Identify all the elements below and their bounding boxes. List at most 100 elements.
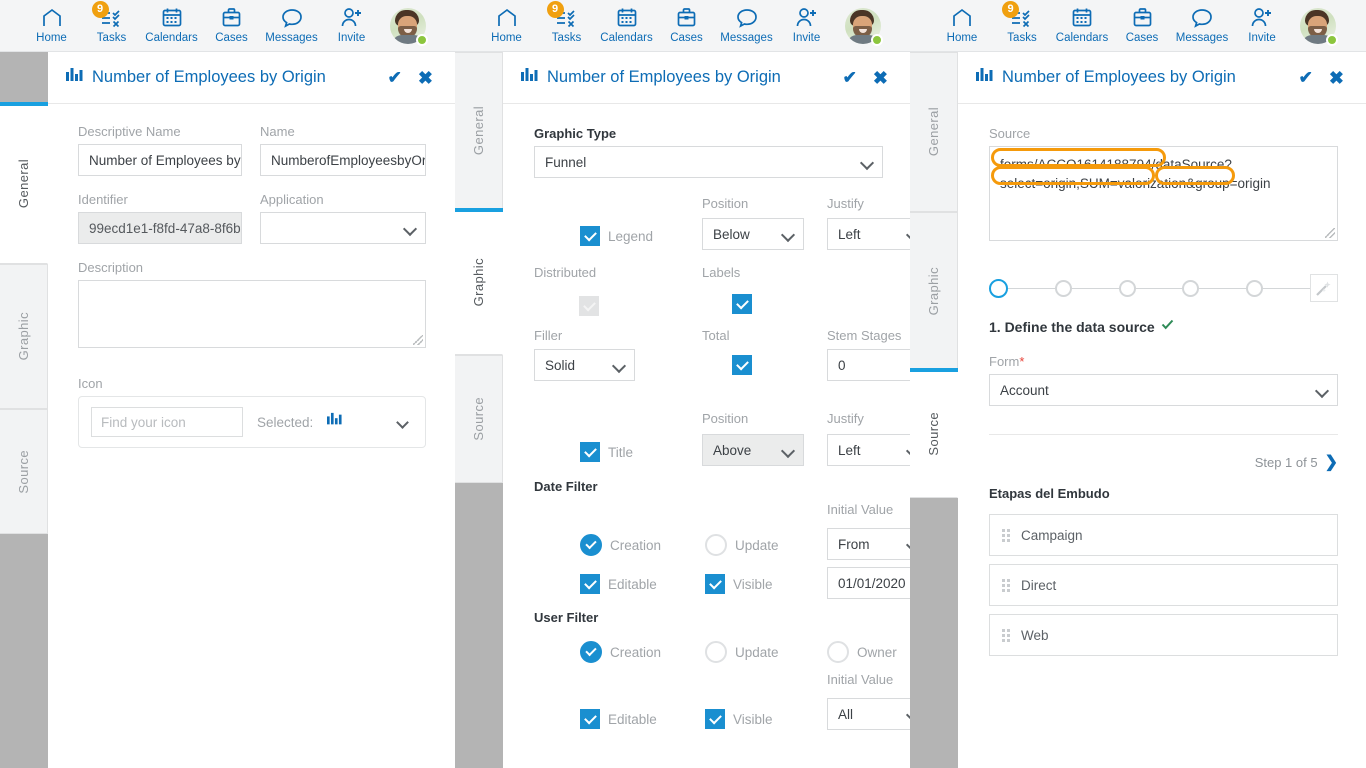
icon-picker[interactable]: Find your icon Selected: [78,396,426,448]
nav-item-home[interactable]: Home [932,1,992,51]
date-creation-radio[interactable] [580,534,602,556]
step-title-text: 1. Define the data source [989,319,1155,335]
title-checkbox[interactable] [580,442,600,462]
date-update-radio[interactable] [705,534,727,556]
nav-item-messages[interactable]: Messages [717,1,777,51]
nav-item-home[interactable]: Home [477,1,537,51]
user-editable-row[interactable]: Editable [580,709,657,729]
nav-item-calendars[interactable]: Calendars [142,1,202,51]
confirm-button[interactable]: ✔ [1291,69,1321,86]
nav-item-invite[interactable]: Invite [322,1,382,51]
chevron-down-icon[interactable] [396,415,409,429]
drag-handle-icon[interactable] [1002,528,1010,542]
tab-source[interactable]: Source [0,409,48,534]
drag-handle-icon[interactable] [1002,578,1010,592]
tab-general[interactable]: General [455,52,503,210]
legend-checkbox-row[interactable]: Legend [580,226,653,246]
home-icon [496,6,518,30]
date-creation-radio-row[interactable]: Creation [580,534,661,556]
name-input[interactable]: NumberofEmployeesbyOr [260,144,426,176]
list-item[interactable]: Web [989,614,1338,656]
tab-source[interactable]: Source [910,368,958,498]
wizard-step-3[interactable] [1118,279,1136,297]
wizard-step-1[interactable] [989,278,1008,298]
close-button[interactable]: ✖ [410,69,441,87]
avatar[interactable] [837,1,889,51]
labels-checkbox[interactable] [732,294,752,314]
date-visible-checkbox[interactable] [705,574,725,594]
filler-select[interactable]: Solid [534,349,635,381]
tab-general[interactable]: General [910,52,958,212]
page-title: Number of Employees by Origin [66,67,380,89]
tab-source[interactable]: Source [455,355,503,483]
date-editable-checkbox[interactable] [580,574,600,594]
descriptive-name-input[interactable]: Number of Employees by [78,144,242,176]
wizard-connector [1199,287,1247,289]
bar-chart-icon [66,67,83,89]
user-update-radio[interactable] [705,641,727,663]
user-creation-radio[interactable] [580,641,602,663]
application-select[interactable] [260,212,426,244]
date-editable-label: Editable [608,576,657,592]
nav-item-tasks[interactable]: 9 Tasks [537,0,597,51]
user-editable-checkbox[interactable] [580,709,600,729]
title-label: Title [608,444,634,460]
user-update-radio-row[interactable]: Update [705,641,779,663]
wizard-step-4[interactable] [1182,279,1200,297]
avatar[interactable] [382,1,434,51]
date-update-radio-row[interactable]: Update [705,534,779,556]
tab-graphic[interactable]: Graphic [0,264,48,409]
list-item[interactable]: Direct [989,564,1338,606]
list-item[interactable]: Campaign [989,514,1338,556]
nav-item-messages[interactable]: Messages [1172,1,1232,51]
user-owner-radio[interactable] [827,641,849,663]
legend-position-select[interactable]: Below [702,218,804,250]
tab-graphic[interactable]: Graphic [910,212,958,370]
tab-graphic[interactable]: Graphic [455,208,503,355]
tab-general[interactable]: General [0,102,48,264]
nav-item-cases[interactable]: Cases [657,1,717,51]
nav-item-calendars[interactable]: Calendars [597,1,657,51]
date-visible-row[interactable]: Visible [705,574,773,594]
nav-item-invite[interactable]: Invite [777,1,837,51]
nav-item-tasks[interactable]: 9 Tasks [82,0,142,51]
form-select[interactable]: Account [989,374,1338,406]
user-visible-checkbox[interactable] [705,709,725,729]
title-position-select[interactable]: Above [702,434,804,466]
nav-item-invite[interactable]: Invite [1232,1,1292,51]
description-field: Description [78,260,426,348]
date-editable-row[interactable]: Editable [580,574,657,594]
source-textarea[interactable]: forms/ACCO1614188794/dataSource? select=… [989,146,1338,241]
nav-item-cases[interactable]: Cases [1112,1,1172,51]
title-checkbox-row[interactable]: Title [580,442,633,462]
nav-item-tasks[interactable]: 9 Tasks [992,0,1052,51]
nav-item-cases[interactable]: Cases [202,1,262,51]
confirm-button[interactable]: ✔ [380,69,410,86]
user-plus-icon [1250,6,1274,30]
user-editable-label: Editable [608,711,657,727]
general-form: Descriptive Name Number of Employees by … [48,104,455,768]
drag-handle-icon[interactable] [1002,628,1010,642]
close-button[interactable]: ✖ [1321,69,1352,87]
avatar[interactable] [1292,1,1344,51]
tab-label: Graphic [471,258,486,307]
source-label: Source [989,126,1031,141]
nav-item-calendars[interactable]: Calendars [1052,1,1112,51]
wizard-step-5[interactable] [1246,279,1264,297]
user-owner-radio-row[interactable]: Owner [827,641,897,663]
graphic-type-select[interactable]: Funnel [534,146,883,178]
nav-label: Home [36,31,67,44]
nav-item-home[interactable]: Home [22,1,82,51]
icon-search-input[interactable]: Find your icon [91,407,243,437]
total-checkbox[interactable] [732,355,752,375]
magic-wand-icon[interactable] [1309,274,1338,302]
close-button[interactable]: ✖ [865,69,896,87]
confirm-button[interactable]: ✔ [835,69,865,86]
nav-item-messages[interactable]: Messages [262,1,322,51]
chevron-right-icon[interactable]: ❯ [1325,452,1338,472]
legend-checkbox[interactable] [580,226,600,246]
user-visible-row[interactable]: Visible [705,709,773,729]
user-creation-radio-row[interactable]: Creation [580,641,661,663]
description-textarea[interactable] [78,280,426,348]
wizard-step-2[interactable] [1054,279,1072,297]
